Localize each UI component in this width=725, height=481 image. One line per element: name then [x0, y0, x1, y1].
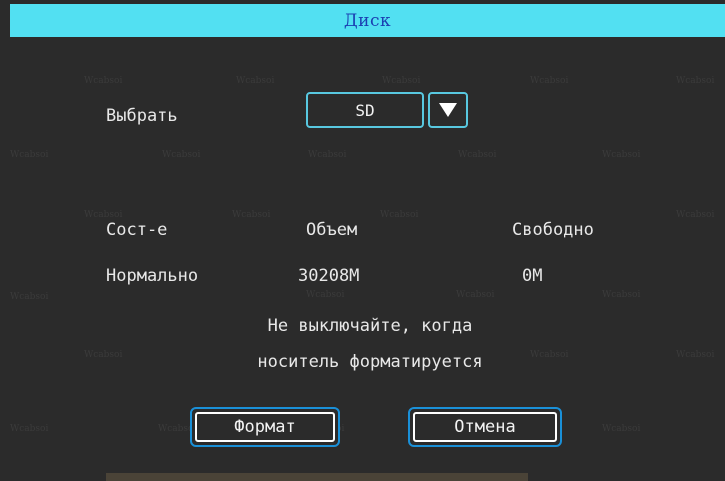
watermark: Wcabsoi	[382, 76, 421, 86]
disk-free-value: 0M	[522, 266, 543, 286]
watermark: Wcabsoi	[602, 150, 641, 160]
watermark: Wcabsoi	[380, 210, 419, 220]
watermark: Wcabsoi	[10, 292, 49, 302]
watermark: Wcabsoi	[232, 210, 271, 220]
watermark: Wcabsoi	[676, 76, 715, 86]
watermark: Wcabsoi	[10, 424, 49, 434]
format-warning-line-1: Не выключайте, когда	[267, 316, 473, 336]
format-button[interactable]: Формат	[190, 407, 340, 447]
format-warning-line-2: носитель форматируется	[257, 352, 483, 372]
watermark: Wcabsoi	[458, 150, 497, 160]
dropdown-button[interactable]	[428, 92, 468, 128]
watermark: Wcabsoi	[602, 290, 641, 300]
column-header-status: Сост-е	[106, 220, 168, 240]
watermark: Wcabsoi	[456, 290, 495, 300]
watermark: Wcabsoi	[84, 210, 123, 220]
watermark: Wcabsoi	[676, 350, 715, 360]
watermark: Wcabsoi	[306, 290, 345, 300]
disk-capacity-value: 30208M	[298, 266, 360, 286]
watermark: Wcabsoi	[530, 76, 569, 86]
storage-select[interactable]: SD	[306, 92, 468, 128]
column-header-capacity: Объем	[306, 220, 358, 240]
watermark: Wcabsoi	[676, 210, 715, 220]
format-button-label: Формат	[195, 412, 335, 442]
watermark: Wcabsoi	[84, 76, 123, 86]
cancel-button[interactable]: Отмена	[408, 407, 562, 447]
watermark: Wcabsoi	[308, 150, 347, 160]
select-label: Выбрать	[106, 106, 178, 126]
title-bar: Диск	[10, 4, 725, 37]
watermark: Wcabsoi	[236, 76, 275, 86]
watermark: Wcabsoi	[84, 350, 123, 360]
column-header-free: Свободно	[512, 220, 594, 240]
watermark: Wcabsoi	[10, 150, 49, 160]
cancel-button-label: Отмена	[413, 412, 557, 442]
watermark: Wcabsoi	[162, 150, 201, 160]
bottom-strip	[106, 473, 528, 481]
disk-status-value: Нормально	[106, 266, 199, 286]
disk-screen: Wcabsoi Wcabsoi Wcabsoi Wcabsoi Wcabsoi …	[0, 0, 725, 481]
watermark: Wcabsoi	[602, 424, 641, 434]
triangle-down-icon	[439, 103, 457, 117]
window-title: Диск	[343, 10, 392, 31]
storage-select-value[interactable]: SD	[306, 92, 424, 128]
